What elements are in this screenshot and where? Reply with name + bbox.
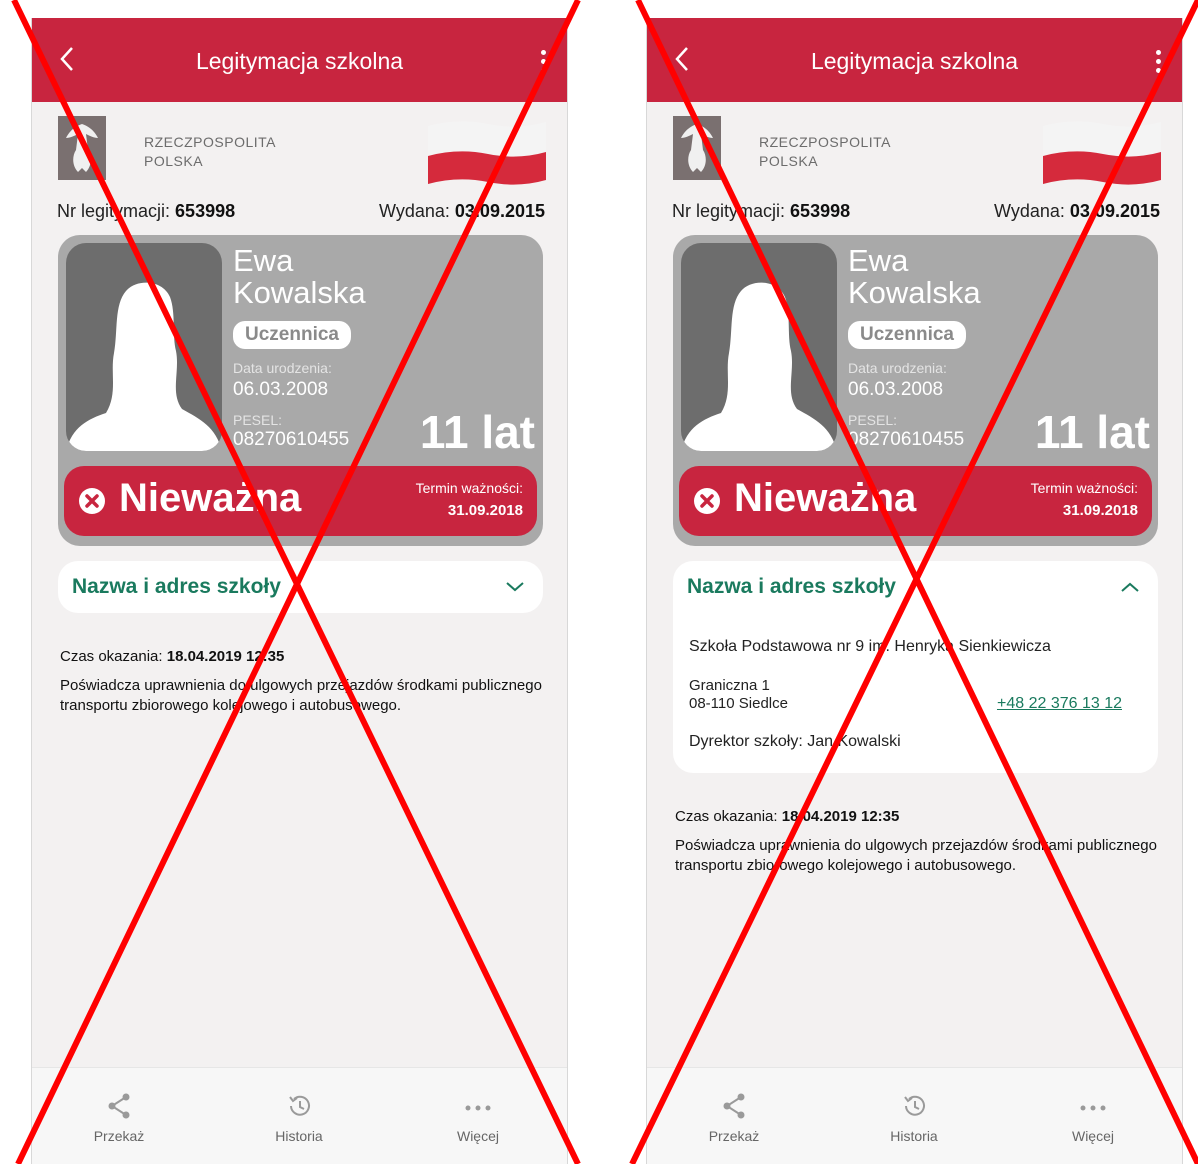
app-header: Legitymacja szkolna bbox=[647, 18, 1182, 102]
eagle-emblem-icon bbox=[58, 116, 106, 180]
nav-share[interactable]: Przekaż bbox=[49, 1092, 189, 1144]
nav-more[interactable]: Więcej bbox=[1023, 1092, 1163, 1144]
pesel-label: PESEL: bbox=[233, 412, 283, 428]
app-header: Legitymacja szkolna bbox=[32, 18, 567, 102]
chevron-down-icon[interactable] bbox=[505, 581, 525, 593]
school-city: 08-110 Siedlce bbox=[689, 695, 788, 712]
status-bar: Nieważna Termin ważności: 31.09.2018 bbox=[679, 466, 1152, 536]
status-text: Nieważna bbox=[119, 476, 302, 520]
dob-label: Data urodzenia: bbox=[848, 360, 947, 376]
nav-share[interactable]: Przekaż bbox=[664, 1092, 804, 1144]
nav-more-label: Więcej bbox=[1071, 1128, 1114, 1144]
role-badge: Uczennica bbox=[233, 321, 351, 349]
share-icon bbox=[723, 1093, 745, 1119]
valid-until-value: 31.09.2018 bbox=[1062, 502, 1138, 519]
polish-flag-icon bbox=[428, 121, 546, 185]
age-value: 11 lat bbox=[419, 406, 535, 458]
photo-placeholder bbox=[681, 243, 837, 451]
school-accordion[interactable]: Nazwa i adres szkoły Szkoła Podstawowa n… bbox=[673, 561, 1158, 773]
person-silhouette-icon bbox=[66, 282, 222, 451]
nav-history-label: Historia bbox=[275, 1128, 323, 1144]
phone-screen-expanded: Legitymacja szkolna RZECZPOSPOLITA POLSK… bbox=[646, 18, 1183, 1164]
entitlement-text: Poświadcza uprawnienia do ulgowych przej… bbox=[675, 837, 1157, 874]
bottom-nav: Przekaż Historia Więcej bbox=[647, 1067, 1182, 1164]
id-card: Ewa Kowalska Uczennica Data urodzenia: 0… bbox=[58, 235, 543, 546]
history-icon bbox=[289, 1095, 310, 1116]
last-name: Kowalska bbox=[848, 275, 981, 310]
school-street: Graniczna 1 bbox=[689, 677, 770, 694]
chevron-up-icon[interactable] bbox=[1120, 581, 1140, 593]
entitlement-text: Poświadcza uprawnienia do ulgowych przej… bbox=[60, 677, 542, 714]
id-card: Ewa Kowalska Uczennica Data urodzenia: 0… bbox=[673, 235, 1158, 546]
nav-history[interactable]: Historia bbox=[229, 1092, 369, 1144]
more-vert-icon[interactable] bbox=[1156, 50, 1162, 76]
issue-date: Wydana: 03.09.2015 bbox=[379, 201, 545, 221]
share-icon bbox=[108, 1093, 130, 1119]
valid-until-label: Termin ważności: bbox=[415, 480, 523, 496]
polish-flag-icon bbox=[1043, 121, 1161, 185]
bottom-nav: Przekaż Historia Więcej bbox=[32, 1067, 567, 1164]
nav-share-label: Przekaż bbox=[708, 1128, 760, 1144]
presentation-time: Czas okazania: 18.04.2019 12:35 bbox=[675, 808, 900, 825]
dob-label: Data urodzenia: bbox=[233, 360, 332, 376]
dob-value: 06.03.2008 bbox=[233, 379, 329, 400]
pesel-label: PESEL: bbox=[848, 412, 898, 428]
dob-value: 06.03.2008 bbox=[848, 379, 944, 400]
issue-date: Wydana: 03.09.2015 bbox=[994, 201, 1160, 221]
last-name: Kowalska bbox=[233, 275, 366, 310]
country-name: RZECZPOSPOLITA POLSKA bbox=[144, 134, 276, 169]
school-accordion-title: Nazwa i adres szkoły bbox=[687, 575, 896, 598]
id-number: Nr legitymacji: 653998 bbox=[672, 201, 851, 221]
pesel-value: 08270610455 bbox=[233, 429, 350, 450]
nav-more-label: Więcej bbox=[456, 1128, 499, 1144]
school-accordion[interactable]: Nazwa i adres szkoły bbox=[58, 561, 543, 613]
nav-history-label: Historia bbox=[890, 1128, 938, 1144]
person-silhouette-icon bbox=[681, 282, 837, 451]
nav-share-label: Przekaż bbox=[93, 1128, 145, 1144]
first-name: Ewa bbox=[233, 243, 294, 278]
school-director: Dyrektor szkoły: Jan Kowalski bbox=[689, 733, 901, 750]
nav-history[interactable]: Historia bbox=[844, 1092, 984, 1144]
status-bar: Nieważna Termin ważności: 31.09.2018 bbox=[64, 466, 537, 536]
phone-screen-collapsed: Legitymacja szkolna RZECZPOSPOLITA POLSK… bbox=[31, 18, 568, 1164]
status-text: Nieważna bbox=[734, 476, 917, 520]
eagle-emblem-icon bbox=[673, 116, 721, 180]
valid-until-label: Termin ważności: bbox=[1030, 480, 1138, 496]
first-name: Ewa bbox=[848, 243, 909, 278]
school-name: Szkoła Podstawowa nr 9 im. Henryka Sienk… bbox=[689, 638, 1051, 655]
role-badge: Uczennica bbox=[848, 321, 966, 349]
id-number: Nr legitymacji: 653998 bbox=[57, 201, 236, 221]
more-vert-icon[interactable] bbox=[541, 50, 547, 76]
pesel-value: 08270610455 bbox=[848, 429, 965, 450]
more-horiz-icon bbox=[465, 1105, 491, 1111]
history-icon bbox=[904, 1095, 925, 1116]
valid-until-value: 31.09.2018 bbox=[447, 502, 523, 519]
school-phone-link[interactable]: +48 22 376 13 12 bbox=[997, 695, 1122, 713]
country-name: RZECZPOSPOLITA POLSKA bbox=[759, 134, 891, 169]
invalid-x-icon bbox=[79, 488, 105, 514]
photo-placeholder bbox=[66, 243, 222, 451]
age-value: 11 lat bbox=[1034, 406, 1150, 458]
invalid-x-icon bbox=[694, 488, 720, 514]
presentation-time: Czas okazania: 18.04.2019 12:35 bbox=[60, 648, 285, 665]
more-horiz-icon bbox=[1080, 1105, 1106, 1111]
page-title: Legitymacja szkolna bbox=[810, 48, 1019, 74]
school-accordion-title: Nazwa i adres szkoły bbox=[72, 575, 281, 598]
page-title: Legitymacja szkolna bbox=[195, 48, 404, 74]
nav-more[interactable]: Więcej bbox=[408, 1092, 548, 1144]
